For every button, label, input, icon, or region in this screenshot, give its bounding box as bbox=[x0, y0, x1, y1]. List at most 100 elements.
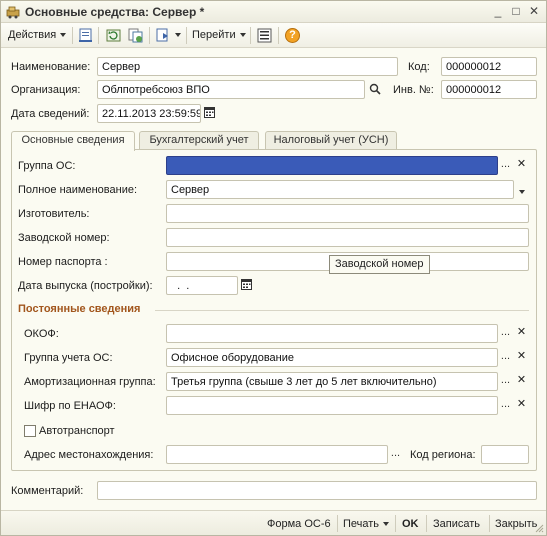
full-name-label: Полное наименование: bbox=[18, 184, 138, 196]
select-button[interactable]: ... bbox=[498, 156, 513, 175]
section-divider bbox=[155, 310, 529, 311]
toolbar-divider bbox=[250, 27, 251, 44]
clear-icon[interactable]: ✕ bbox=[514, 396, 529, 415]
tab-accounting[interactable]: Бухгалтерский учет bbox=[139, 131, 259, 150]
tooltip: Заводской номер bbox=[329, 255, 430, 274]
bottom-divider bbox=[395, 515, 396, 532]
chevron-down-icon bbox=[518, 190, 525, 195]
asset-group-field[interactable] bbox=[166, 156, 498, 175]
ok-button[interactable]: OK bbox=[402, 516, 419, 532]
toolbar-divider bbox=[98, 27, 99, 44]
minimize-button[interactable]: _ bbox=[490, 4, 506, 20]
organization-label: Организация: bbox=[11, 84, 81, 96]
actions-label: Действия bbox=[8, 29, 57, 41]
inventory-number-field[interactable]: 000000012 bbox=[441, 80, 537, 99]
asset-group-label: Группа ОС: bbox=[18, 160, 76, 172]
search-icon bbox=[369, 83, 381, 95]
close-button[interactable]: Закрыть bbox=[495, 516, 537, 532]
chevron-down-icon bbox=[383, 522, 390, 527]
window: Основные средства: Сервер * _ □ ✕ Действ… bbox=[0, 0, 547, 536]
clear-icon[interactable]: ✕ bbox=[514, 156, 529, 175]
toolbar-divider bbox=[186, 27, 187, 44]
create-based-on-icon bbox=[156, 28, 168, 42]
select-button[interactable]: ... bbox=[498, 348, 513, 367]
info-date-label: Дата сведений: bbox=[11, 108, 90, 120]
actions-menu[interactable]: Действия bbox=[8, 27, 67, 44]
section-title-constant: Постоянные сведения bbox=[18, 303, 141, 315]
comment-label: Комментарий: bbox=[11, 485, 84, 497]
chevron-down-icon bbox=[175, 33, 181, 38]
okof-field[interactable] bbox=[166, 324, 498, 343]
goto-menu[interactable]: Перейти bbox=[192, 27, 246, 44]
save-button[interactable]: Записать bbox=[433, 516, 480, 532]
print-label: Печать bbox=[343, 518, 380, 530]
bottom-divider bbox=[426, 515, 427, 532]
structure-icon[interactable] bbox=[256, 27, 273, 44]
calendar-button[interactable] bbox=[202, 104, 217, 123]
select-button[interactable]: ... bbox=[498, 324, 513, 343]
tab-tax-accounting[interactable]: Налоговый учет (УСН) bbox=[265, 131, 397, 150]
comment-field[interactable] bbox=[97, 481, 537, 500]
enaof-code-field[interactable] bbox=[166, 396, 498, 415]
title-bar: Основные средства: Сервер * _ □ ✕ bbox=[1, 1, 546, 23]
code-label: Код: bbox=[408, 61, 430, 73]
address-field[interactable] bbox=[166, 445, 388, 464]
manufacturer-field[interactable] bbox=[166, 204, 529, 223]
inventory-number-label: Инв. №: bbox=[393, 84, 434, 96]
clear-icon[interactable]: ✕ bbox=[514, 372, 529, 391]
release-date-field[interactable]: . . bbox=[166, 276, 238, 295]
select-button[interactable]: ... bbox=[498, 396, 513, 415]
info-date-field[interactable]: 22.11.2013 23:59:59 bbox=[97, 104, 201, 123]
accounting-group-label: Группа учета ОС: bbox=[24, 352, 113, 364]
manufacturer-label: Изготовитель: bbox=[18, 208, 90, 220]
region-code-field[interactable] bbox=[481, 445, 529, 464]
form-os6-button[interactable]: Форма ОС-6 bbox=[267, 516, 331, 532]
code-field[interactable]: 000000012 bbox=[441, 57, 537, 76]
vehicle-checkbox-label: Автотранспорт bbox=[39, 425, 115, 437]
depreciation-group-label: Амортизационная группа: bbox=[24, 376, 156, 388]
okof-label: ОКОФ: bbox=[24, 328, 59, 340]
save-document-icon[interactable] bbox=[77, 27, 94, 44]
calendar-button[interactable] bbox=[239, 276, 254, 295]
accounting-group-field[interactable]: Офисное оборудование bbox=[166, 348, 498, 367]
toolbar-divider bbox=[149, 27, 150, 44]
bottom-divider bbox=[489, 515, 490, 532]
chevron-down-icon bbox=[60, 33, 67, 38]
address-label: Адрес местонахождения: bbox=[24, 449, 154, 461]
resize-grip-icon[interactable] bbox=[534, 523, 544, 533]
bottom-command-bar: Форма ОС-6 Печать OK Записать Закрыть bbox=[1, 510, 546, 535]
dropdown-button[interactable] bbox=[514, 180, 529, 199]
search-button[interactable] bbox=[367, 80, 382, 99]
help-icon[interactable]: ? bbox=[284, 27, 301, 44]
print-menu[interactable]: Печать bbox=[343, 516, 390, 532]
copy-icon[interactable] bbox=[127, 27, 144, 44]
serial-number-label: Заводской номер: bbox=[18, 232, 110, 244]
region-code-label: Код региона: bbox=[410, 449, 476, 461]
select-button[interactable]: ... bbox=[388, 445, 403, 464]
organization-field[interactable]: Облпотребсоюз ВПО bbox=[97, 80, 365, 99]
toolbar-divider bbox=[72, 27, 73, 44]
calendar-icon bbox=[204, 107, 215, 118]
refresh-icon[interactable] bbox=[105, 27, 122, 44]
bottom-divider bbox=[337, 515, 338, 532]
clear-icon[interactable]: ✕ bbox=[514, 324, 529, 343]
chevron-down-icon bbox=[239, 33, 246, 38]
clear-icon[interactable]: ✕ bbox=[514, 348, 529, 367]
tab-main-info[interactable]: Основные сведения bbox=[11, 131, 135, 151]
based-on-menu[interactable] bbox=[155, 27, 181, 44]
select-button[interactable]: ... bbox=[498, 372, 513, 391]
release-date-label: Дата выпуска (постройки): bbox=[18, 280, 153, 292]
depreciation-group-field[interactable]: Третья группа (свыше 3 лет до 5 лет вклю… bbox=[166, 372, 498, 391]
full-name-field[interactable]: Сервер bbox=[166, 180, 514, 199]
toolbar: Действия Перейти ? bbox=[1, 23, 546, 48]
vehicle-checkbox[interactable] bbox=[24, 425, 36, 437]
name-field[interactable]: Сервер bbox=[97, 57, 398, 76]
maximize-button[interactable]: □ bbox=[508, 4, 524, 20]
close-window-button[interactable]: ✕ bbox=[526, 4, 542, 20]
name-label: Наименование: bbox=[11, 61, 91, 73]
help-symbol: ? bbox=[289, 29, 296, 41]
window-title: Основные средства: Сервер * bbox=[25, 5, 205, 19]
toolbar-divider bbox=[278, 27, 279, 44]
calendar-icon bbox=[241, 279, 252, 290]
serial-number-field[interactable] bbox=[166, 228, 529, 247]
